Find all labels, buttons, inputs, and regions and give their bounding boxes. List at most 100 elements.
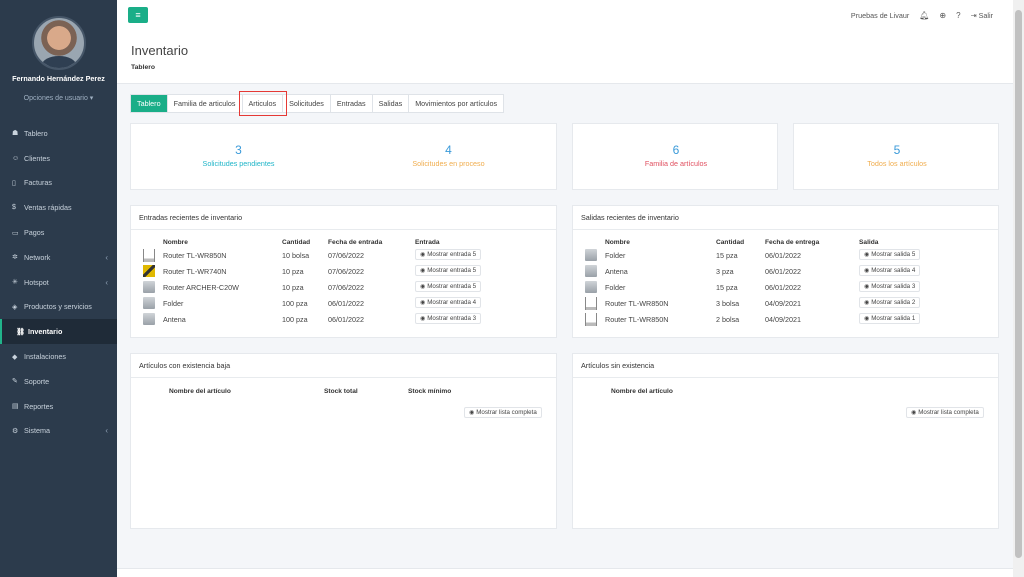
families-card: 6 Familia de artículos bbox=[572, 123, 778, 190]
button-label: Mostrar salida 1 bbox=[871, 315, 916, 322]
sidebar-item-label: Pagos bbox=[24, 228, 45, 238]
help-icon[interactable]: ? bbox=[956, 11, 960, 20]
stat-label: Todos los artículos bbox=[867, 159, 927, 168]
users-icon: ☺ bbox=[12, 154, 20, 162]
support-icon[interactable]: ⊕ bbox=[939, 11, 946, 20]
col-header-item-name: Nombre del artículo bbox=[169, 388, 231, 395]
sidebar-item-sistema[interactable]: ⚙ Sistema ‹ bbox=[0, 419, 117, 444]
item-thumbnail bbox=[143, 297, 155, 309]
show-entry-button[interactable]: ◉ Mostrar entrada 5 bbox=[415, 249, 482, 260]
table-row: Router TL-WR740N 10 pza 07/06/2022 ◉ Most… bbox=[131, 264, 558, 280]
item-qty: 2 bolsa bbox=[716, 315, 740, 324]
col-header-entry: Entrada bbox=[415, 239, 440, 246]
eye-icon: ◉ bbox=[864, 316, 870, 322]
link-icon: ⛓ bbox=[16, 328, 25, 336]
item-qty: 100 pza bbox=[282, 315, 308, 324]
sidebar-item-label: Inventario bbox=[28, 327, 63, 337]
sidebar-item-label: Hotspot bbox=[24, 277, 49, 287]
stat-in-process[interactable]: 4 Solicitudes en proceso bbox=[381, 143, 516, 168]
menu-toggle-button[interactable]: ≡ bbox=[128, 7, 148, 23]
item-name: Router TL-WR850N bbox=[605, 299, 669, 308]
sidebar-item-hotspot[interactable]: ✳ Hotspot ‹ bbox=[0, 270, 117, 295]
stat-label: Solicitudes en proceso bbox=[412, 159, 485, 168]
bell-icon[interactable]: 🔔︎ bbox=[919, 11, 929, 20]
sidebar-item-reportes[interactable]: ▤ Reportes bbox=[0, 394, 117, 419]
table-row: Folder 15 pza 06/01/2022 ◉ Mostrar salida… bbox=[573, 248, 1000, 264]
sidebar-item-inventario[interactable]: ⛓ Inventario bbox=[0, 319, 117, 345]
item-date: 06/01/2022 bbox=[765, 267, 801, 276]
eye-icon: ◉ bbox=[420, 252, 426, 258]
show-exit-button[interactable]: ◉ Mostrar salida 2 bbox=[859, 297, 921, 308]
user-avatar[interactable] bbox=[32, 16, 86, 70]
sidebar-item-facturas[interactable]: ▯ Facturas bbox=[0, 171, 117, 196]
sidebar-item-pagos[interactable]: ▭ Pagos bbox=[0, 220, 117, 245]
show-full-list-button[interactable]: ◉ Mostrar lista completa bbox=[464, 407, 542, 418]
eye-icon: ◉ bbox=[420, 316, 426, 322]
show-entry-button[interactable]: ◉ Mostrar entrada 5 bbox=[415, 281, 482, 292]
item-qty: 100 pza bbox=[282, 299, 308, 308]
page-subtitle: Tablero bbox=[131, 64, 156, 71]
dollar-icon: $ bbox=[12, 204, 16, 212]
col-header-name: Nombre bbox=[605, 239, 630, 246]
eye-icon: ◉ bbox=[469, 410, 475, 416]
tab-tablero[interactable]: Tablero bbox=[131, 95, 168, 112]
stat-pending[interactable]: 3 Solicitudes pendientes bbox=[171, 143, 306, 168]
sidebar: Fernando Hernández Perez Opciones de usu… bbox=[0, 0, 117, 577]
item-date: 06/01/2022 bbox=[328, 299, 364, 308]
sidebar-item-label: Network bbox=[24, 252, 51, 262]
sidebar-item-tablero[interactable]: ☗ Tablero bbox=[0, 121, 117, 146]
tab-entradas[interactable]: Entradas bbox=[331, 95, 373, 112]
col-header-date: Fecha de entrega bbox=[765, 239, 820, 246]
show-exit-button[interactable]: ◉ Mostrar salida 3 bbox=[859, 281, 921, 292]
table-row: Folder 15 pza 06/01/2022 ◉ Mostrar salida… bbox=[573, 280, 1000, 296]
show-exit-button[interactable]: ◉ Mostrar salida 5 bbox=[859, 249, 921, 260]
item-name: Router TL-WR740N bbox=[163, 267, 227, 276]
item-date: 04/09/2021 bbox=[765, 299, 801, 308]
recent-exits-panel: Salidas recientes de inventario Nombre C… bbox=[572, 205, 999, 338]
sidebar-item-label: Instalaciones bbox=[24, 352, 66, 362]
sidebar-item-instalaciones[interactable]: ◆ Instalaciones bbox=[0, 344, 117, 369]
button-label: Mostrar entrada 5 bbox=[427, 251, 477, 258]
tab-movimientos[interactable]: Movimientos por artículos bbox=[409, 95, 503, 112]
tab-articulos[interactable]: Articulos bbox=[238, 91, 288, 116]
item-name: Router ARCHER-C20W bbox=[163, 283, 239, 292]
item-qty: 15 pza bbox=[716, 283, 738, 292]
table-row: Router TL-WR850N 3 bolsa 04/09/2021 ◉ Mos… bbox=[573, 296, 1000, 312]
show-entry-button[interactable]: ◉ Mostrar entrada 3 bbox=[415, 313, 482, 324]
logout-link[interactable]: ⇥ Salir bbox=[971, 11, 993, 20]
item-date: 06/01/2022 bbox=[765, 251, 801, 260]
item-date: 07/06/2022 bbox=[328, 267, 364, 276]
company-name[interactable]: Pruebas de Livaur bbox=[851, 11, 909, 20]
sidebar-item-productos[interactable]: ◈ Productos y servicios bbox=[0, 295, 117, 320]
sidebar-item-label: Clientes bbox=[24, 153, 50, 163]
show-exit-button[interactable]: ◉ Mostrar salida 4 bbox=[859, 265, 921, 276]
show-entry-button[interactable]: ◉ Mostrar entrada 4 bbox=[415, 297, 482, 308]
item-qty: 15 pza bbox=[716, 251, 738, 260]
item-qty: 10 bolsa bbox=[282, 251, 310, 260]
table-row: Antena 3 pza 06/01/2022 ◉ Mostrar salida … bbox=[573, 264, 1000, 280]
show-exit-button[interactable]: ◉ Mostrar salida 1 bbox=[859, 313, 921, 324]
cogs-icon: ⚙ bbox=[12, 427, 19, 435]
stat-families[interactable]: 6 Familia de artículos bbox=[573, 143, 779, 168]
col-header-qty: Cantidad bbox=[716, 239, 745, 246]
user-options-dropdown[interactable]: Opciones de usuario ▾ bbox=[0, 94, 117, 102]
tab-familia-articulos[interactable]: Familia de articulos bbox=[168, 95, 243, 112]
scrollbar-thumb[interactable] bbox=[1015, 10, 1022, 558]
page-header: Inventario Tablero bbox=[117, 33, 1013, 84]
book-icon: ▤ bbox=[12, 403, 19, 411]
item-thumbnail bbox=[143, 265, 155, 277]
sidebar-item-network[interactable]: ✲ Network ‹ bbox=[0, 245, 117, 270]
button-label: Mostrar entrada 5 bbox=[427, 267, 477, 274]
tab-solicitudes[interactable]: Solicitudes bbox=[283, 95, 331, 112]
show-entry-button[interactable]: ◉ Mostrar entrada 5 bbox=[415, 265, 482, 276]
page-scrollbar[interactable] bbox=[1013, 0, 1024, 577]
sidebar-item-clientes[interactable]: ☺ Clientes bbox=[0, 146, 117, 171]
top-right-controls: Pruebas de Livaur 🔔︎ ⊕ ? ⇥ Salir bbox=[851, 11, 993, 20]
item-date: 06/01/2022 bbox=[328, 315, 364, 324]
stat-all-items[interactable]: 5 Todos los artículos bbox=[794, 143, 1000, 168]
item-qty: 10 pza bbox=[282, 267, 304, 276]
sidebar-item-ventas-rapidas[interactable]: $ Ventas rápidas bbox=[0, 195, 117, 220]
show-full-list-button[interactable]: ◉ Mostrar lista completa bbox=[906, 407, 984, 418]
sidebar-item-soporte[interactable]: ✎ Soporte bbox=[0, 369, 117, 394]
tab-salidas[interactable]: Salidas bbox=[373, 95, 410, 112]
